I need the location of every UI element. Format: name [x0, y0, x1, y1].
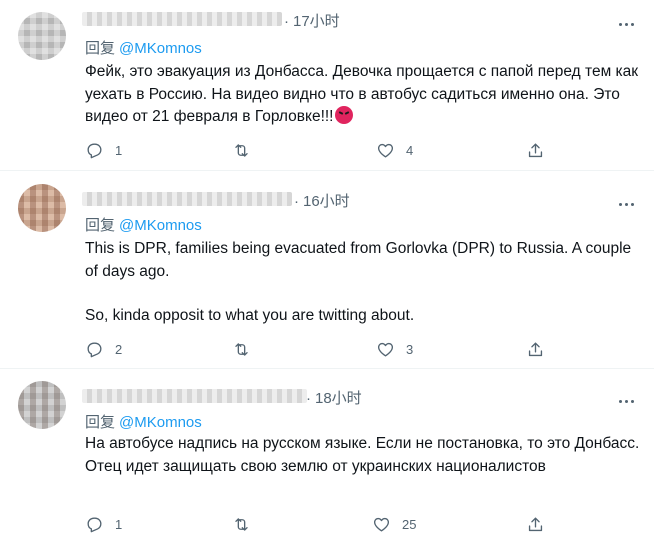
- timestamp[interactable]: · 17小时: [284, 10, 340, 31]
- blurred-display-name[interactable]: [82, 389, 307, 403]
- more-icon[interactable]: [612, 194, 640, 214]
- avatar[interactable]: [18, 381, 66, 429]
- tweet-text: This is DPR, families being evacuated fr…: [85, 240, 632, 324]
- mention-link[interactable]: @MKomnos: [119, 217, 202, 234]
- like-icon: [377, 143, 394, 158]
- like-icon: [373, 517, 390, 532]
- share-icon: [528, 142, 543, 157]
- blurred-display-name[interactable]: [82, 192, 292, 206]
- like-count: 4: [406, 142, 414, 158]
- share-icon: [528, 516, 543, 531]
- avatar[interactable]: [18, 12, 66, 60]
- timestamp[interactable]: · 16小时: [294, 190, 350, 211]
- more-icon[interactable]: [612, 391, 640, 411]
- timestamp[interactable]: · 18小时: [306, 387, 362, 408]
- tweet-actions: 1 25: [85, 512, 555, 536]
- reply-icon: [87, 142, 102, 158]
- mention-link[interactable]: @MKomnos: [119, 414, 202, 431]
- tweet-actions: 1 4: [85, 138, 555, 162]
- mention-link[interactable]: @MKomnos: [119, 40, 202, 57]
- share-button[interactable]: [526, 337, 545, 361]
- reply-count: 2: [115, 341, 123, 357]
- blurred-display-name[interactable]: [82, 12, 282, 26]
- retweet-button[interactable]: [232, 512, 262, 536]
- reply-count: 1: [115, 516, 123, 532]
- reply-count: 1: [115, 142, 123, 158]
- like-button[interactable]: 4: [376, 138, 413, 162]
- share-button[interactable]: [526, 138, 545, 162]
- like-icon: [377, 342, 394, 357]
- retweet-icon: [235, 517, 248, 531]
- avatar[interactable]: [18, 184, 66, 232]
- reply-to-line: 回复 @MKomnos: [85, 40, 202, 57]
- tweet-2[interactable]: · 16小时 回复 @MKomnos This is DPR, families b…: [0, 171, 654, 369]
- retweet-button[interactable]: [232, 337, 262, 361]
- reply-button[interactable]: 1: [85, 512, 122, 536]
- like-button[interactable]: 3: [376, 337, 413, 361]
- share-icon: [528, 341, 543, 356]
- angry-face-emoji: [335, 106, 354, 124]
- like-count: 25: [402, 516, 417, 532]
- reply-icon: [87, 341, 102, 357]
- retweet-icon: [235, 342, 248, 356]
- reply-to-line: 回复 @MKomnos: [85, 217, 202, 234]
- retweet-button[interactable]: [232, 138, 262, 162]
- like-count: 3: [406, 341, 414, 357]
- share-button[interactable]: [526, 512, 545, 536]
- tweet-text: На автобусе надпись на русском языке. Ес…: [85, 435, 640, 475]
- reply-button[interactable]: 1: [85, 138, 122, 162]
- reply-to-line: 回复 @MKomnos: [85, 414, 202, 431]
- retweet-icon: [235, 143, 248, 157]
- reply-button[interactable]: 2: [85, 337, 122, 361]
- more-icon[interactable]: [612, 14, 640, 34]
- tweet-1[interactable]: · 17小时 回复 @MKomnos Фейк, это эвакуация из …: [0, 0, 654, 171]
- like-button[interactable]: 25: [372, 512, 416, 536]
- tweet-actions: 2 3: [85, 337, 555, 361]
- tweet-3[interactable]: · 18小时 回复 @MKomnos На автобусе надпись на …: [0, 369, 654, 547]
- tweet-text: Фейк, это эвакуация из Донбасса. Девочка…: [85, 63, 639, 125]
- reply-icon: [87, 516, 102, 532]
